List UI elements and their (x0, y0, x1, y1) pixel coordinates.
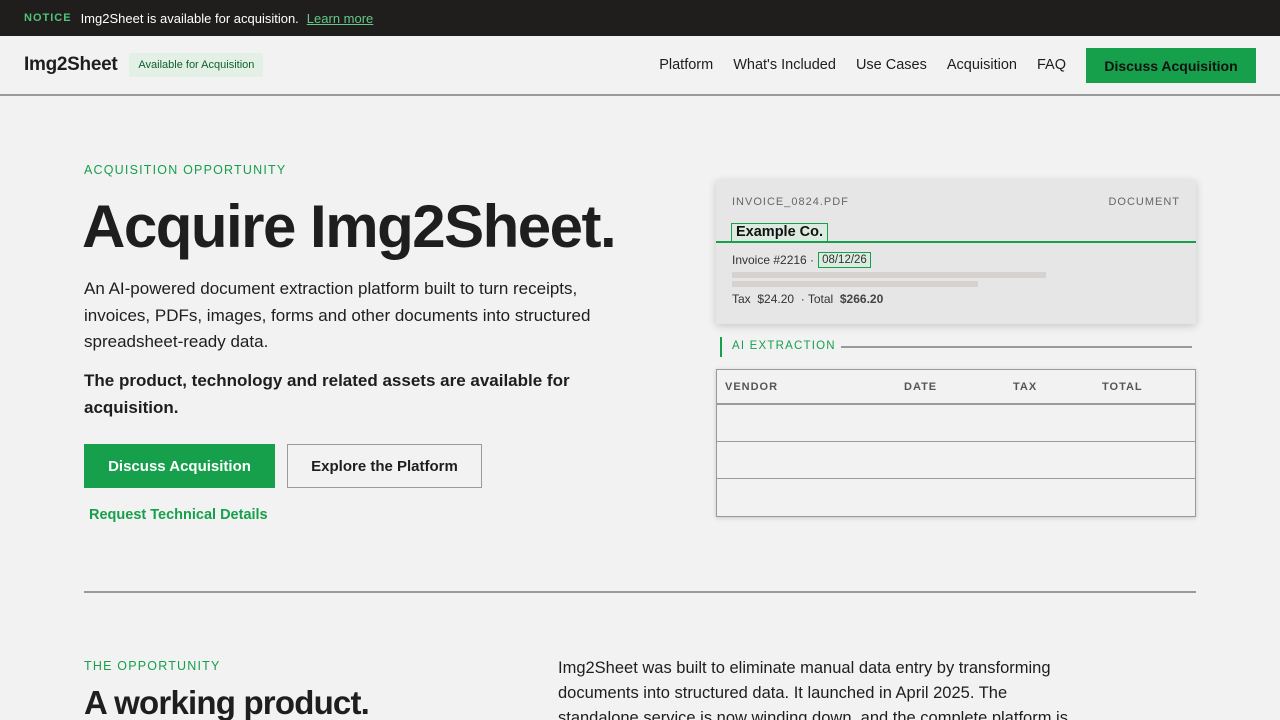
column-header-vendor: VENDOR (725, 381, 779, 393)
ai-extraction-rule (841, 346, 1192, 348)
site-header: Img2Sheet Available for Acquisition Plat… (0, 36, 1280, 96)
column-header-date: DATE (904, 381, 938, 393)
document-preview: INVOICE_0824.PDF DOCUMENT Example Co. In… (716, 180, 1196, 324)
placeholder-text-line (732, 272, 1046, 278)
table-row (717, 405, 1195, 442)
document-type-label: DOCUMENT (1108, 196, 1180, 208)
section-divider (84, 591, 1196, 593)
explore-platform-button[interactable]: Explore the Platform (287, 444, 482, 488)
tax-label: Tax (732, 292, 751, 306)
availability-badge: Available for Acquisition (129, 53, 264, 77)
ai-extraction-marker (720, 337, 722, 357)
tax-value: $24.20 (757, 292, 795, 306)
discuss-acquisition-button[interactable]: Discuss Acquisition (84, 444, 275, 488)
extraction-table-header: VENDOR DATE TAX TOTAL (717, 370, 1195, 405)
column-header-total: TOTAL (1102, 381, 1143, 393)
nav-link-acquisition[interactable]: Acquisition (947, 57, 1017, 73)
nav-discuss-acquisition-button[interactable]: Discuss Acquisition (1086, 48, 1256, 83)
notice-text: Img2Sheet is available for acquisition. (80, 10, 299, 26)
invoice-totals-row: Tax $24.20 · Total $266.20 (732, 292, 883, 306)
invoice-number: Invoice #2216 · (732, 253, 815, 267)
total-value: $266.20 (839, 292, 884, 306)
scan-line (716, 241, 1196, 243)
table-row (717, 442, 1195, 479)
request-technical-details-link[interactable]: Request Technical Details (89, 507, 268, 523)
notice-tag: NOTICE (24, 12, 72, 24)
opportunity-eyebrow: THE OPPORTUNITY (84, 659, 221, 673)
hero-eyebrow: ACQUISITION OPPORTUNITY (84, 163, 287, 177)
hero-title: Acquire Img2Sheet. (82, 193, 617, 260)
nav-link-whats-included[interactable]: What's Included (733, 57, 836, 73)
invoice-number-row: Invoice #2216 · 08/12/26 (732, 252, 871, 268)
extracted-date-highlight: 08/12/26 (818, 252, 871, 268)
logo[interactable]: Img2Sheet (24, 54, 118, 76)
column-header-tax: TAX (1013, 381, 1038, 393)
document-filename: INVOICE_0824.PDF (732, 196, 849, 208)
extracted-company-highlight: Example Co. (731, 223, 829, 242)
nav-link-platform[interactable]: Platform (659, 57, 713, 73)
table-row (717, 479, 1195, 516)
opportunity-body: Img2Sheet was built to eliminate manual … (558, 659, 1068, 720)
placeholder-text-line (732, 281, 978, 287)
hero-description: An AI-powered document extraction platfo… (84, 279, 591, 351)
learn-more-link[interactable]: Learn more (307, 11, 373, 26)
opportunity-title: A working product. (84, 684, 370, 720)
nav-link-use-cases[interactable]: Use Cases (856, 57, 927, 73)
extraction-table: VENDOR DATE TAX TOTAL (716, 369, 1196, 517)
ai-extraction-label: AI EXTRACTION (732, 340, 836, 352)
notice-bar: NOTICE Img2Sheet is available for acquis… (0, 0, 1280, 36)
hero-availability-statement: The product, technology and related asse… (84, 371, 570, 417)
nav-link-faq[interactable]: FAQ (1037, 57, 1066, 73)
total-label: · Total (800, 292, 834, 306)
nav-links: Platform What's Included Use Cases Acqui… (659, 36, 1066, 94)
